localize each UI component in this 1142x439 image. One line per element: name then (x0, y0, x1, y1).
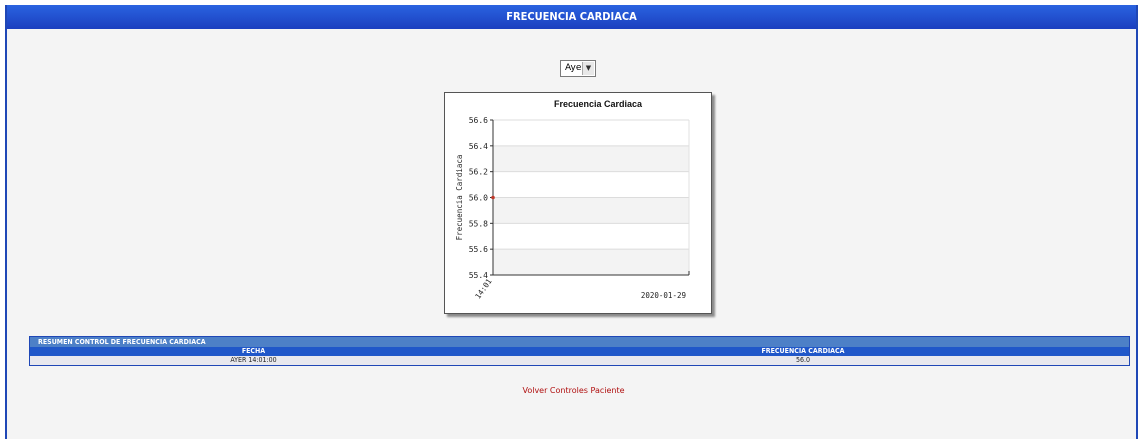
summary-table: RESUMEN CONTROL DE FRECUENCIA CARDIACA F… (29, 336, 1130, 366)
y-tick-label: 55.6 (469, 245, 488, 254)
y-tick-label: 56.0 (469, 194, 488, 203)
summary-header-row: FECHA FRECUENCIA CARDIACA (30, 347, 1129, 356)
y-axis-label: Frecuencia Cardiaca (455, 155, 464, 241)
page-title: FRECUENCIA CARDIACA (7, 5, 1136, 29)
summary-title: RESUMEN CONTROL DE FRECUENCIA CARDIACA (30, 337, 1129, 347)
column-header-fecha: FECHA (241, 347, 266, 355)
heart-rate-chart: 56.6 56.4 56.2 56.0 55.8 55.6 55.4 Frecuencia C… (444, 92, 712, 314)
column-header-frecuencia: FRECUENCIA CARDIACA (761, 347, 845, 355)
main-frame: FRECUENCIA CARDIACA Ayer ▼ 56.6 56.4 56.2 5… (5, 5, 1138, 439)
chart-canvas: 56.656.456.256.055.855.655.4Frecuencia C… (455, 99, 690, 301)
y-tick-label: 56.6 (469, 116, 488, 125)
grid-band (493, 171, 689, 198)
cell-fecha: AYER 14:01:00 (230, 356, 277, 364)
x-date-label: 2020-01-29 (641, 291, 686, 300)
grid-band (493, 249, 689, 275)
chart-title: Frecuencia Cardiaca (554, 99, 643, 109)
grid-band (493, 120, 689, 146)
x-tick-label: 14:01 (473, 277, 493, 301)
grid-band (493, 223, 689, 250)
grid-band (493, 197, 689, 224)
chevron-down-icon[interactable]: ▼ (582, 62, 594, 75)
data-point (491, 195, 495, 200)
y-tick-label: 55.8 (469, 219, 488, 228)
cell-frecuencia: 56.0 (795, 356, 811, 364)
table-row: AYER 14:01:00 56.0 (30, 356, 1129, 365)
period-select[interactable]: Ayer ▼ (560, 60, 596, 77)
y-tick-label: 56.2 (469, 168, 488, 177)
grid-band (493, 145, 689, 172)
back-to-patient-controls-link[interactable]: Volver Controles Paciente (7, 386, 1140, 395)
y-tick-label: 56.4 (469, 142, 488, 151)
